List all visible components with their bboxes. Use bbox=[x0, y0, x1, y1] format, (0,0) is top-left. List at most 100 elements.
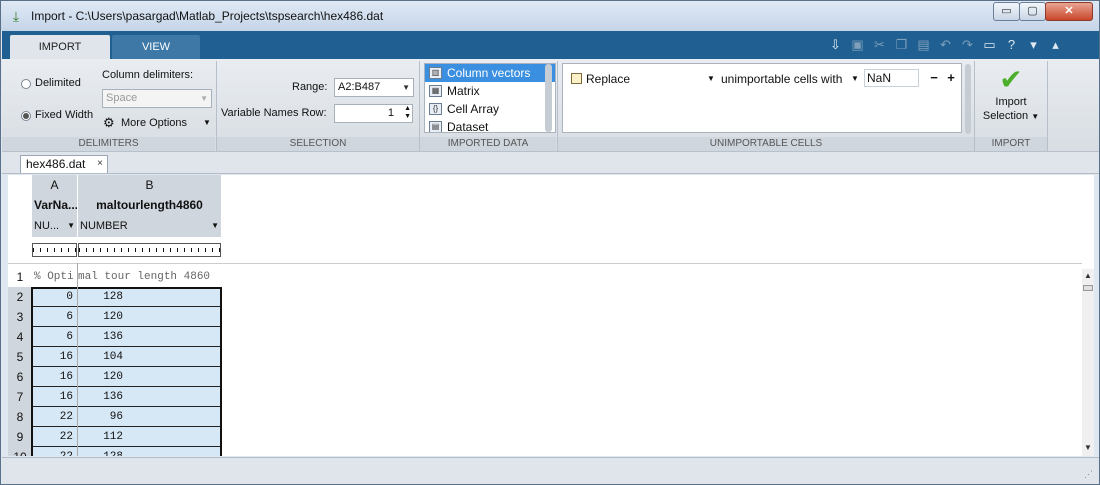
menu-icon[interactable]: ▾ bbox=[1024, 35, 1043, 55]
vertical-scrollbar[interactable]: ▲ ▼ bbox=[1082, 269, 1094, 456]
minimize-button[interactable]: ▭ bbox=[993, 2, 1020, 21]
scroll-thumb[interactable] bbox=[1083, 285, 1093, 291]
row-number[interactable]: 5 bbox=[8, 347, 32, 367]
range-value: A2:B487 bbox=[338, 81, 381, 93]
replacement-value-input[interactable]: NaN bbox=[864, 69, 919, 87]
list-item-matrix[interactable]: ▦ Matrix bbox=[425, 82, 555, 100]
unimportable-rules-box: Replace ▼ unimportable cells with ▼ NaN … bbox=[562, 63, 962, 133]
tab-view[interactable]: VIEW bbox=[112, 35, 200, 59]
add-rule-button[interactable]: + bbox=[944, 71, 958, 86]
ribbon: Delimited Fixed Width Column delimiters:… bbox=[2, 59, 1099, 152]
data-preview-grid[interactable]: A B VarNa... maltourlength4860 NU... ▼ N… bbox=[8, 175, 1094, 456]
row-number[interactable]: 4 bbox=[8, 327, 32, 347]
undo-icon[interactable]: ↶ bbox=[936, 35, 955, 55]
row-number[interactable]: 8 bbox=[8, 407, 32, 427]
copy-icon[interactable]: ❐ bbox=[892, 35, 911, 55]
rule-condition[interactable]: unimportable cells with bbox=[721, 72, 842, 86]
table-cell[interactable]: 22 bbox=[32, 427, 77, 447]
scroll-up-icon[interactable]: ▲ bbox=[1084, 271, 1092, 280]
range-label: Range: bbox=[292, 81, 328, 93]
row-number[interactable]: 7 bbox=[8, 387, 32, 407]
variable-names-row-spinner[interactable]: 1 ▲ ▼ bbox=[334, 104, 413, 123]
variable-name-a[interactable]: VarNa... bbox=[32, 195, 77, 217]
spinner-arrows-icon[interactable]: ▲ ▼ bbox=[404, 105, 411, 121]
tab-import[interactable]: IMPORT bbox=[10, 35, 110, 59]
table-cell[interactable]: 128 bbox=[78, 287, 221, 307]
redo-icon[interactable]: ↷ bbox=[958, 35, 977, 55]
table-cell[interactable]: 112 bbox=[78, 427, 221, 447]
variable-name-b[interactable]: maltourlength4860 bbox=[78, 195, 221, 217]
more-options-button[interactable]: ⚙ More Options ▼ bbox=[103, 115, 215, 133]
gear-icon: ⚙ bbox=[103, 115, 115, 130]
fixed-width-radio[interactable] bbox=[21, 111, 31, 121]
column-letter-b[interactable]: B bbox=[78, 175, 221, 195]
table-cell[interactable]: 120 bbox=[78, 307, 221, 327]
table-cell[interactable]: 22 bbox=[32, 407, 77, 427]
table-cell[interactable]: 22 bbox=[32, 447, 77, 456]
import-section-label: IMPORT bbox=[975, 137, 1047, 151]
chevron-down-icon[interactable]: ▼ bbox=[707, 74, 715, 83]
table-cell[interactable]: % Opti bbox=[32, 267, 77, 287]
table-cell[interactable]: 6 bbox=[32, 307, 77, 327]
list-item-dataset[interactable]: ▤ Dataset bbox=[425, 118, 555, 132]
row-number[interactable]: 3 bbox=[8, 307, 32, 327]
chevron-down-icon[interactable]: ▼ bbox=[851, 74, 859, 83]
list-item-cell-array[interactable]: {} Cell Array bbox=[425, 100, 555, 118]
column-width-ruler-a[interactable] bbox=[32, 243, 77, 257]
table-cell[interactable]: 16 bbox=[32, 387, 77, 407]
table-cell[interactable]: 6 bbox=[32, 327, 77, 347]
table-cell[interactable]: 128 bbox=[78, 447, 221, 456]
header-divider bbox=[8, 263, 1082, 264]
import-app-icon: ⤓ bbox=[12, 8, 20, 24]
row-number[interactable]: 9 bbox=[8, 427, 32, 447]
resize-grip-icon[interactable]: ⋰ bbox=[1084, 469, 1093, 480]
table-cell[interactable]: 0 bbox=[32, 287, 77, 307]
title-bar: ⤓ Import - C:\Users\pasargad\Matlab_Proj… bbox=[1, 1, 1099, 31]
column-width-ruler-b[interactable] bbox=[78, 243, 221, 257]
import-data-icon[interactable]: ⇩ bbox=[826, 35, 845, 55]
close-button[interactable]: ✕ bbox=[1045, 2, 1093, 21]
row-number[interactable]: 6 bbox=[8, 367, 32, 387]
status-bar: ⋰ bbox=[2, 457, 1099, 484]
ribbon-divider bbox=[1047, 61, 1048, 151]
imported-data-list[interactable]: ▥ Column vectors ▦ Matrix {} Cell Array … bbox=[424, 63, 556, 133]
column-type-b[interactable]: NUMBER ▼ bbox=[78, 217, 221, 237]
help-icon[interactable]: ? bbox=[1002, 35, 1021, 55]
import-selection-button[interactable]: ✔ Import Selection ▼ bbox=[977, 65, 1045, 135]
table-cell[interactable]: 16 bbox=[32, 367, 77, 387]
variable-names-row-label: Variable Names Row: bbox=[221, 107, 327, 119]
save-icon[interactable]: ▣ bbox=[848, 35, 867, 55]
table-cell[interactable]: 16 bbox=[32, 347, 77, 367]
scroll-down-icon[interactable]: ▼ bbox=[1084, 443, 1092, 452]
rule-action[interactable]: Replace bbox=[586, 72, 630, 86]
delimiters-section-label: DELIMITERS bbox=[2, 137, 215, 151]
column-vectors-icon: ▥ bbox=[429, 67, 442, 79]
list-item-column-vectors[interactable]: ▥ Column vectors bbox=[425, 64, 555, 82]
table-cell[interactable]: 104 bbox=[78, 347, 221, 367]
imported-data-scrollbar[interactable] bbox=[545, 64, 552, 132]
column-delimiter-select[interactable]: Space ▼ bbox=[102, 89, 212, 108]
table-cell[interactable]: mal tour length 4860 bbox=[78, 267, 221, 287]
collapse-icon[interactable]: ▴ bbox=[1046, 35, 1065, 55]
rule-checkbox[interactable] bbox=[571, 73, 582, 84]
row-number[interactable]: 10 bbox=[8, 447, 32, 456]
remove-rule-button[interactable]: − bbox=[927, 71, 941, 86]
row-number[interactable]: 2 bbox=[8, 287, 32, 307]
table-cell[interactable]: 136 bbox=[78, 327, 221, 347]
delimited-radio[interactable] bbox=[21, 79, 31, 89]
row-number[interactable]: 1 bbox=[8, 267, 32, 287]
paste-icon[interactable]: ▤ bbox=[914, 35, 933, 55]
unimportable-scrollbar[interactable] bbox=[965, 64, 971, 134]
range-select[interactable]: A2:B487 ▼ bbox=[334, 78, 414, 97]
table-cell[interactable]: 96 bbox=[78, 407, 221, 427]
checkmark-icon: ✔ bbox=[999, 64, 1023, 95]
table-cell[interactable]: 136 bbox=[78, 387, 221, 407]
maximize-button[interactable]: ▢ bbox=[1019, 2, 1046, 21]
column-type-a[interactable]: NU... ▼ bbox=[32, 217, 77, 237]
window-icon[interactable]: ▭ bbox=[980, 35, 999, 55]
column-letter-a[interactable]: A bbox=[32, 175, 77, 195]
document-tab[interactable]: hex486.dat × bbox=[20, 155, 108, 173]
table-cell[interactable]: 120 bbox=[78, 367, 221, 387]
cut-icon[interactable]: ✂ bbox=[870, 35, 889, 55]
close-tab-icon[interactable]: × bbox=[97, 156, 103, 172]
